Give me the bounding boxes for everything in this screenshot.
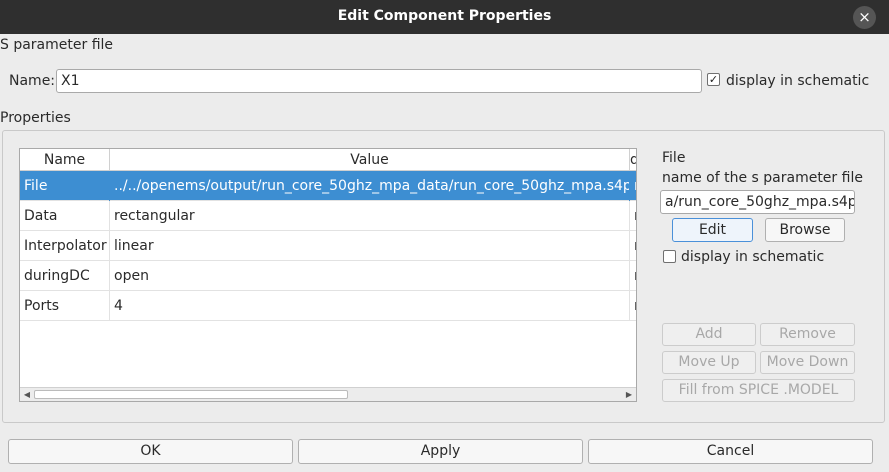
horizontal-scrollbar[interactable]: ◀ ▶	[20, 387, 636, 401]
edit-button[interactable]: Edit	[672, 218, 753, 242]
close-icon[interactable]: ×	[853, 6, 876, 29]
property-description-label: name of the s parameter file	[662, 170, 863, 186]
name-field[interactable]: X1	[56, 69, 702, 93]
row-display-cell: n	[630, 201, 636, 231]
properties-table[interactable]: Name Value d File ../../openems/output/r…	[19, 148, 637, 402]
table-row[interactable]: File ../../openems/output/run_core_50ghz…	[20, 171, 636, 201]
scroll-right-icon[interactable]: ▶	[622, 388, 636, 401]
row-value-cell: ../../openems/output/run_core_50ghz_mpa_…	[110, 171, 630, 201]
row-value-cell: linear	[110, 231, 630, 261]
row-name-cell: File	[20, 171, 110, 201]
move-down-button[interactable]: Move Down	[760, 351, 855, 374]
property-value-field[interactable]: a/run_core_50ghz_mpa.s4p	[660, 190, 855, 214]
fill-from-spice-model-button[interactable]: Fill from SPICE .MODEL	[662, 379, 855, 402]
add-button[interactable]: Add	[662, 323, 756, 346]
table-row[interactable]: Data rectangular n	[20, 201, 636, 231]
row-name-cell: Data	[20, 201, 110, 231]
column-header-value[interactable]: Value	[110, 149, 630, 171]
name-display-in-schematic-label: display in schematic	[726, 73, 870, 89]
title-bar: Edit Component Properties ×	[0, 0, 889, 34]
row-value-cell: open	[110, 261, 630, 291]
column-header-display[interactable]: d	[630, 149, 636, 171]
name-label: Name:	[9, 73, 56, 89]
remove-button[interactable]: Remove	[760, 323, 855, 346]
ok-button[interactable]: OK	[8, 439, 293, 464]
browse-button[interactable]: Browse	[765, 218, 845, 242]
table-row[interactable]: Ports 4 n	[20, 291, 636, 321]
row-name-cell: Ports	[20, 291, 110, 321]
check-icon: ✓	[708, 73, 719, 86]
property-display-in-schematic-label: display in schematic	[681, 249, 825, 265]
row-name-cell: duringDC	[20, 261, 110, 291]
scrollbar-thumb[interactable]	[34, 390, 348, 399]
column-header-name[interactable]: Name	[20, 149, 110, 171]
row-display-cell: n	[630, 231, 636, 261]
row-value-cell: rectangular	[110, 201, 630, 231]
component-description: S parameter file	[0, 37, 114, 53]
property-name-label: File	[662, 150, 686, 166]
row-name-cell: Interpolator	[20, 231, 110, 261]
apply-button[interactable]: Apply	[298, 439, 583, 464]
cancel-button[interactable]: Cancel	[588, 439, 873, 464]
table-row[interactable]: Interpolator linear n	[20, 231, 636, 261]
row-value-cell: 4	[110, 291, 630, 321]
property-display-in-schematic-checkbox[interactable]	[663, 250, 676, 263]
window-title: Edit Component Properties	[337, 8, 552, 24]
row-display-cell: n	[630, 171, 636, 201]
properties-group-label: Properties	[0, 110, 71, 126]
name-display-in-schematic-checkbox[interactable]: ✓	[707, 73, 720, 86]
row-display-cell: n	[630, 291, 636, 321]
scroll-left-icon[interactable]: ◀	[20, 388, 34, 401]
table-row[interactable]: duringDC open n	[20, 261, 636, 291]
row-display-cell: n	[630, 261, 636, 291]
table-header: Name Value d	[20, 149, 636, 171]
move-up-button[interactable]: Move Up	[662, 351, 756, 374]
